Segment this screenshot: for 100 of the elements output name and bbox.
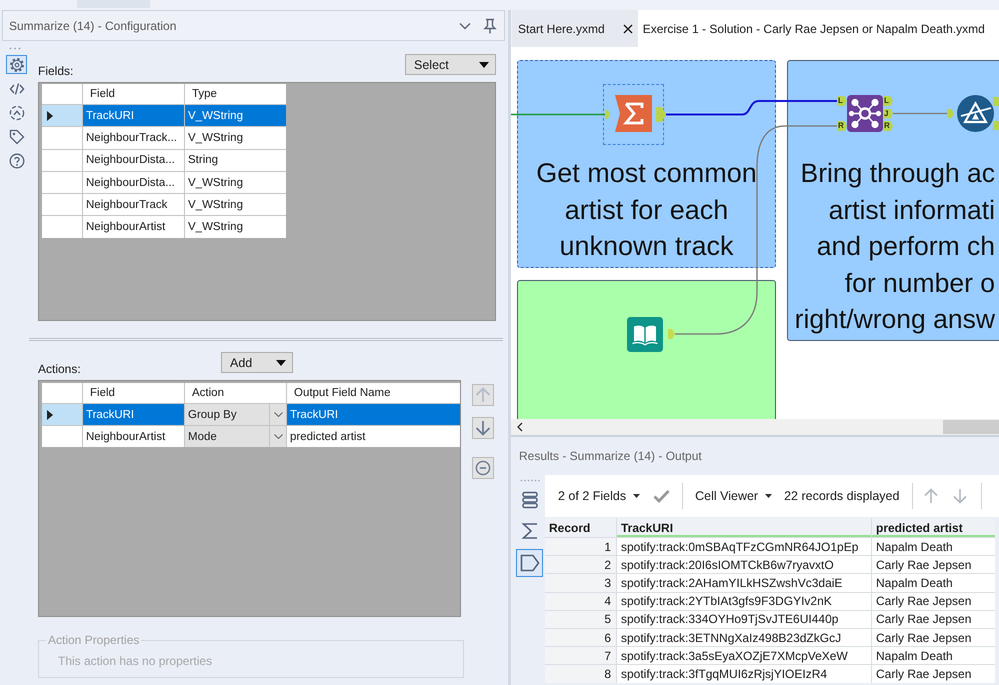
grip-icon: [520, 479, 540, 482]
sigma-icon: [520, 522, 538, 540]
column-header[interactable]: Field: [83, 84, 184, 104]
record-count: 22 records displayed: [784, 489, 900, 503]
table-cell[interactable]: NeighbourArtist: [83, 216, 184, 238]
list-icon: [520, 490, 538, 508]
output-anchor[interactable]: R: [883, 121, 893, 131]
column-header[interactable]: Record: [545, 518, 616, 537]
remove-button[interactable]: [472, 457, 494, 479]
pin-icon[interactable]: [482, 18, 498, 34]
table-cell: spotify:track:3fTgqMUI6zRjsjYIOEIzR4: [617, 665, 871, 682]
settings-icon: [8, 56, 24, 72]
table-cell: spotify:track:334OYHo9TjSvJTE6UI440p: [617, 610, 871, 628]
caret-icon: [765, 494, 772, 498]
record-number: 7: [545, 647, 616, 664]
input-anchor[interactable]: L: [837, 96, 847, 106]
settings-tab[interactable]: [6, 55, 27, 74]
panel-title: Results - Summarize (14) - Output: [519, 449, 702, 463]
table-cell: spotify:track:20I6sIOMTCkB6w7ryavxtO: [617, 556, 871, 574]
column-header[interactable]: Action: [185, 383, 286, 403]
column-header[interactable]: predicted artist: [872, 518, 995, 537]
column-header[interactable]: Type: [185, 84, 286, 104]
caret-icon: [479, 62, 489, 68]
arrow-down-icon: [474, 419, 492, 437]
record-number: 1: [545, 538, 616, 556]
chevron-down-icon: [274, 434, 282, 439]
column-header[interactable]: Field: [83, 383, 184, 403]
table-cell[interactable]: String: [185, 150, 286, 171]
tool-container[interactable]: Get most common artist for each unknown track: [517, 60, 776, 268]
code-icon: [8, 80, 24, 96]
pentagon-icon: [520, 554, 540, 572]
input-anchor-icon[interactable]: [947, 109, 954, 118]
row-header: [42, 383, 82, 403]
scrollbar-thumb[interactable]: [943, 420, 999, 434]
table-cell[interactable]: TrackURI: [83, 404, 184, 425]
horizontal-scrollbar[interactable]: [511, 419, 999, 435]
container-caption: Bring through ac artist informati and perform ch for number o right/wrong answ: [794, 157, 996, 336]
table-cell[interactable]: V_WString: [185, 172, 286, 194]
table-cell: Carly Rae Jepsen: [872, 665, 995, 682]
pentagon-tab[interactable]: [516, 548, 543, 576]
table-cell[interactable]: predicted artist: [287, 426, 460, 447]
record-number: 8: [545, 665, 616, 682]
scroll-left-icon[interactable]: [517, 422, 523, 432]
table-cell[interactable]: V_WString: [185, 194, 286, 216]
output-anchor[interactable]: L: [883, 96, 893, 106]
viewer-dropdown[interactable]: Cell Viewer: [695, 489, 772, 503]
table-cell[interactable]: NeighbourArtist: [83, 426, 184, 447]
table-cell: Napalm Death: [872, 538, 995, 556]
dashed-circle-caret-icon: [8, 104, 24, 120]
column-header[interactable]: Output Field Name: [287, 383, 460, 403]
table-cell[interactable]: NeighbourTrack...: [83, 127, 184, 149]
table-cell: Napalm Death: [872, 647, 995, 664]
select-dropdown[interactable]: Select: [405, 54, 496, 75]
table-cell: spotify:track:0mSBAqTFzCGmNR64JO1pEp: [617, 538, 871, 556]
move-down-button[interactable]: [472, 417, 494, 439]
actions-label: Actions:: [38, 363, 82, 376]
caret-icon: [276, 360, 286, 366]
close-icon[interactable]: [622, 24, 633, 34]
triangle-tool-icon[interactable]: [957, 95, 994, 132]
document-tab[interactable]: Start Here.yxmd: [512, 10, 638, 47]
fields-label: Fields:: [38, 65, 74, 78]
row-header[interactable]: [42, 105, 82, 126]
table-cell: Carly Rae Jepsen: [872, 628, 995, 646]
row-header: [42, 84, 82, 104]
minus-circle-icon: [475, 460, 491, 476]
caret-icon: [633, 494, 640, 498]
table-cell[interactable]: NeighbourTrack: [83, 194, 184, 216]
table-cell[interactable]: V_WString: [185, 105, 286, 126]
row-pointer-icon: [47, 410, 53, 420]
input-anchor[interactable]: R: [837, 121, 847, 131]
table-cell[interactable]: V_WString: [185, 216, 286, 238]
container-caption: Get most common artist for each unknown track: [535, 157, 758, 263]
table-cell[interactable]: NeighbourDista...: [83, 150, 184, 171]
record-number: 5: [545, 610, 616, 628]
table-cell: Carly Rae Jepsen: [872, 592, 995, 610]
table-cell[interactable]: TrackURI: [287, 404, 460, 425]
table-cell: Napalm Death: [872, 574, 995, 592]
column-header[interactable]: TrackURI: [617, 518, 871, 537]
input-anchor-icon[interactable]: [605, 110, 610, 119]
chevron-down-icon: [274, 412, 282, 417]
table-cell[interactable]: TrackURI: [83, 105, 184, 126]
arrow-down-icon: [952, 488, 968, 504]
book-tool-icon[interactable]: [627, 317, 663, 352]
document-tab[interactable]: Exercise 1 - Solution - Carly Rae Jepsen or Napalm Death.yxmd: [638, 10, 999, 47]
group-legend: Action Properties: [46, 633, 142, 647]
sigma-tool-icon[interactable]: [615, 95, 652, 132]
tag-icon: [8, 128, 24, 144]
table-cell: spotify:track:3ETNNgXaIz498B23dZkGcJ: [617, 628, 871, 646]
table-cell[interactable]: V_WString: [185, 127, 286, 149]
connection-line: [893, 112, 947, 114]
properties-message: This action has no properties: [58, 653, 212, 668]
fields-dropdown[interactable]: 2 of 2 Fields: [558, 489, 640, 503]
action-dropdown[interactable]: Group By: [185, 404, 286, 425]
action-dropdown[interactable]: Mode: [185, 426, 286, 447]
add-dropdown[interactable]: Add: [221, 352, 293, 373]
row-header[interactable]: [42, 404, 82, 425]
output-anchor-icon[interactable]: [656, 107, 666, 122]
arrow-up-icon: [474, 386, 492, 404]
network-tool-icon[interactable]: [847, 95, 883, 132]
table-cell[interactable]: NeighbourDista...: [83, 172, 184, 194]
